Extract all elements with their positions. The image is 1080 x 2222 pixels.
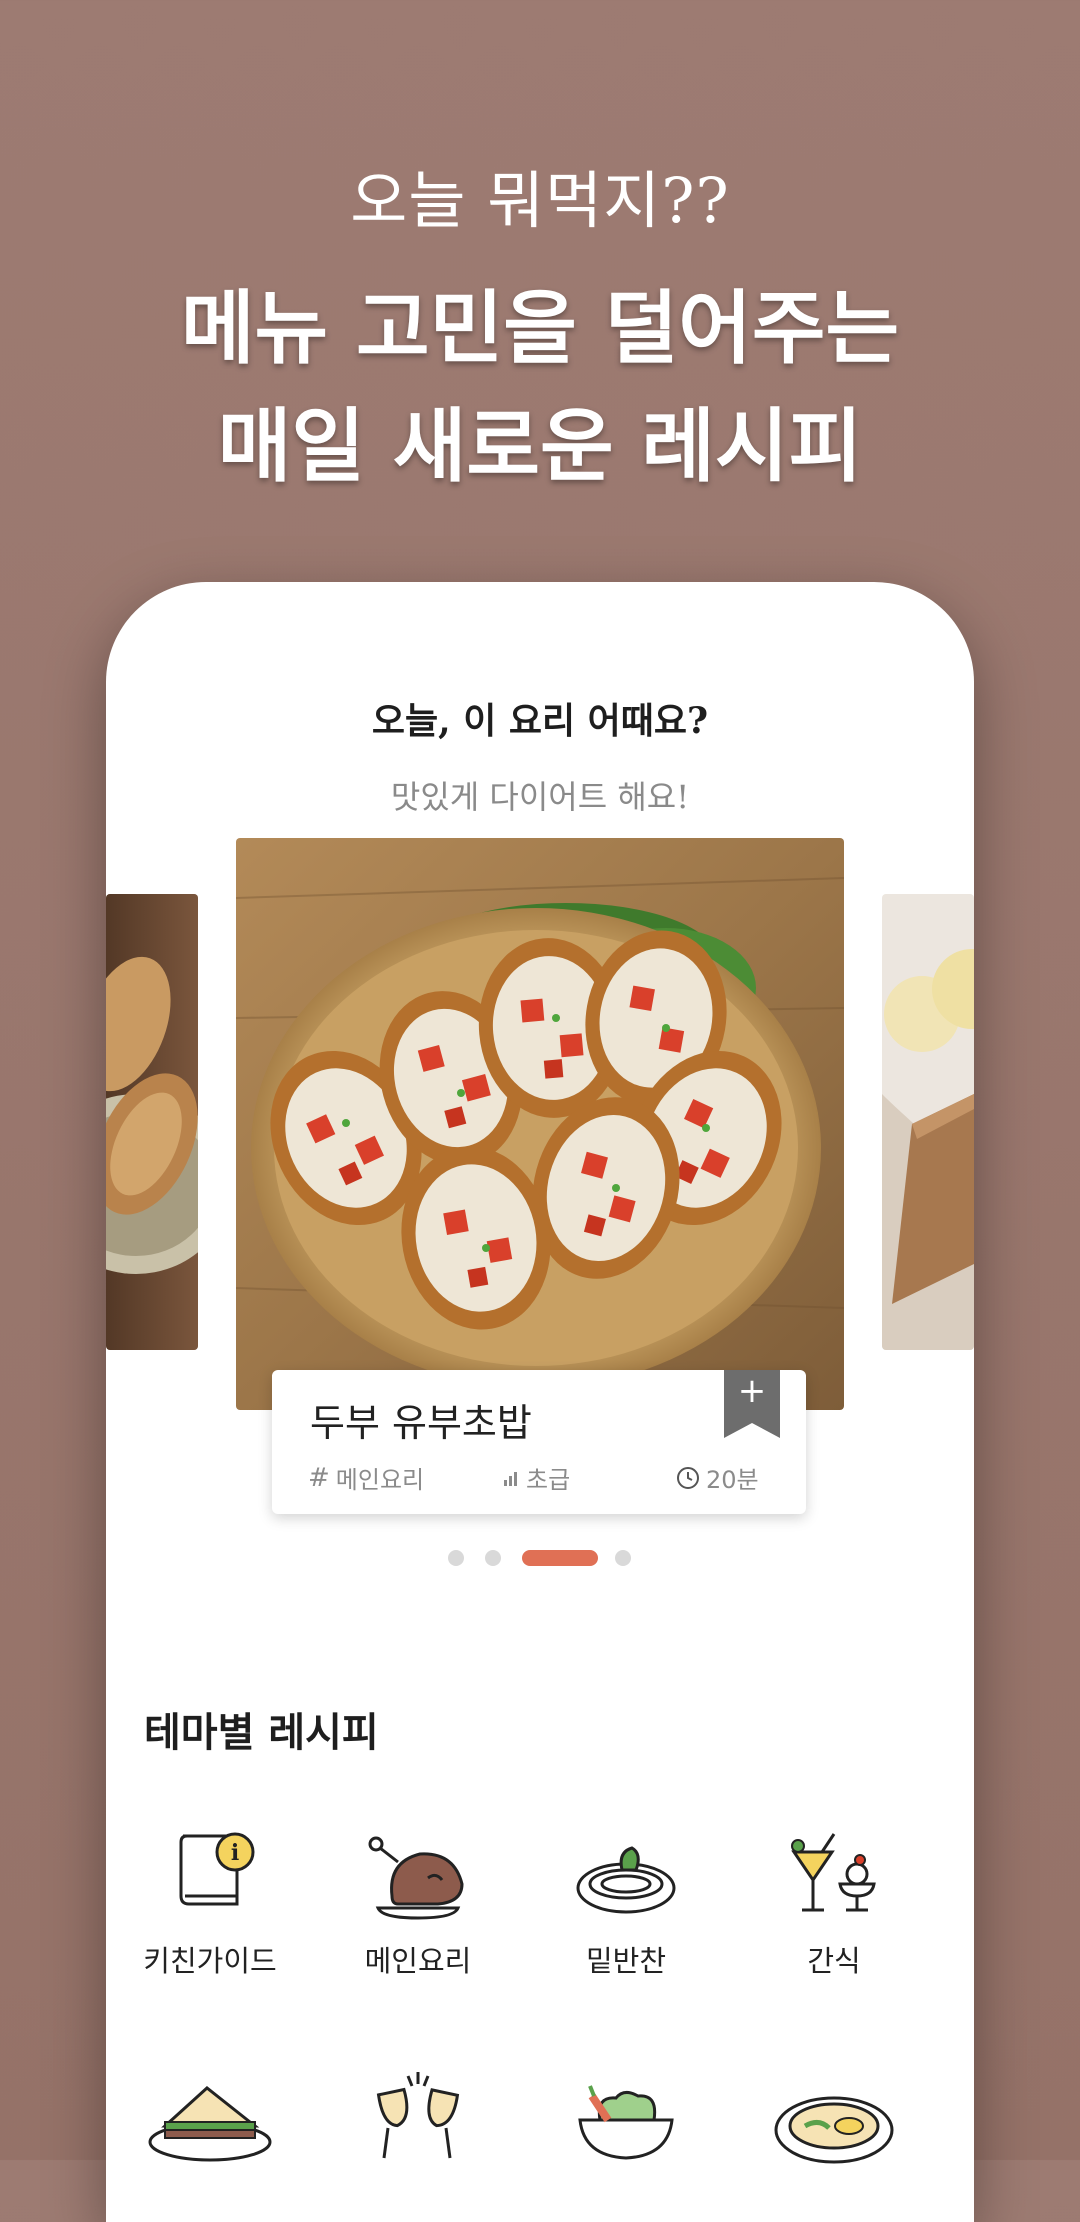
theme-item-snack[interactable]: 간식 [730,1822,938,1980]
wine-toast-icon [376,2072,460,2159]
soup-pot-icon [774,2096,894,2164]
recipe-difficulty-label: 초급 [526,1466,571,1494]
theme-item-8[interactable] [730,2066,938,2166]
pager-dot-active[interactable] [522,1550,598,1566]
pager-dot[interactable] [615,1550,631,1566]
theme-item-5[interactable] [106,2066,314,2166]
today-recipe-title: 오늘, 이 요리 어때요? [371,700,709,742]
promo-headline-line1: 메뉴 고민을 덜어주는 [180,282,900,375]
inari-sushi-image [236,838,844,1410]
theme-item-side-dish[interactable]: 밑반찬 [522,1822,730,1980]
guide-book-icon: i [179,1832,255,1906]
theme-item-6[interactable] [314,2066,522,2166]
theme-recipes-title: 테마별 레시피 [144,1709,379,1756]
roast-chicken-icon [368,1836,464,1920]
carousel-pager [106,1548,974,1568]
dessert-image [882,894,974,1350]
hashtag-icon: # [308,1462,330,1493]
promo-tagline: 오늘 뭐먹지?? [350,164,730,237]
svg-text:i: i [231,1840,239,1866]
clock-icon [677,1466,699,1489]
theme-item-main-dish[interactable]: 메인요리 [314,1822,522,1980]
plus-icon: + [737,1371,767,1411]
recipe-difficulty: 초급 [502,1460,570,1495]
theme-item-7[interactable] [522,2066,730,2166]
phone-screen: 오늘, 이 요리 어때요? 맛있게 다이어트 해요! 두부 유부초밥 + # 메… [106,582,974,2222]
carousel-next-card[interactable] [882,894,974,1350]
promo-headline: 메뉴 고민을 덜어주는 매일 새로운 레시피 [0,270,1080,506]
dessert-drink-icon [791,1833,876,1912]
recipe-info-card[interactable]: 두부 유부초밥 + # 메인요리 초급 20분 [272,1370,806,1514]
pager-dot[interactable] [448,1550,464,1566]
promo-headline-line2: 매일 새로운 레시피 [217,400,863,493]
recipe-name: 두부 유부초밥 [310,1401,532,1445]
pager-dot[interactable] [485,1550,501,1566]
bread-image [106,894,198,1350]
bookmark-add-button[interactable]: + [724,1370,780,1438]
featured-recipe-image[interactable] [236,838,844,1410]
theme-label: 키친가이드 [143,1944,277,1978]
theme-label: 밑반찬 [585,1944,667,1978]
salad-bowl-icon [578,2085,674,2160]
recipe-time-label: 20분 [706,1466,759,1494]
recipe-category: # 메인요리 [308,1460,424,1495]
theme-label: 간식 [807,1944,861,1978]
recipe-time: 20분 [676,1460,759,1495]
side-dish-icon [576,1846,676,1914]
carousel-prev-card[interactable] [106,894,198,1350]
theme-label: 메인요리 [364,1944,472,1978]
sandwich-icon [148,2086,272,2162]
bar-chart-icon [504,1471,517,1486]
recipe-category-label: 메인요리 [335,1466,425,1494]
today-recipe-subtitle: 맛있게 다이어트 해요! [390,778,690,816]
theme-item-kitchen-guide[interactable]: i 키친가이드 [106,1822,314,1980]
